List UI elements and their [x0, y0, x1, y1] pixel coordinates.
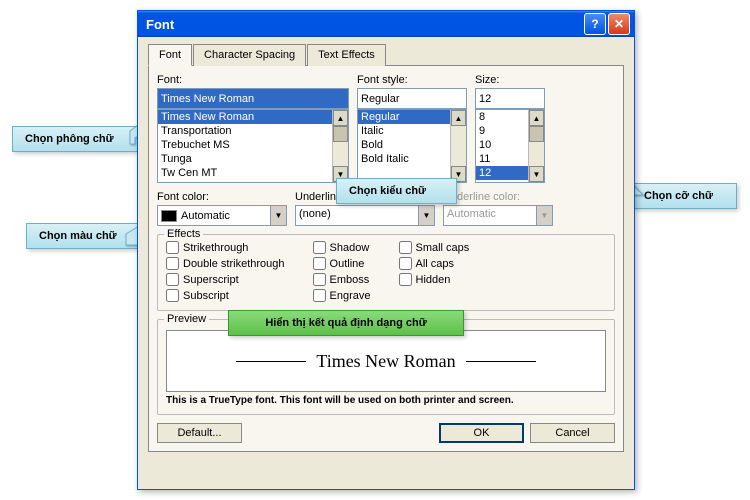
default-button[interactable]: Default...: [157, 423, 242, 443]
preview-title: Preview: [164, 313, 209, 325]
list-item[interactable]: Tunga: [158, 152, 348, 166]
checkbox-input[interactable]: [166, 241, 179, 254]
size-list[interactable]: 8 9 10 11 12 ▲▼: [475, 109, 545, 183]
checkbox-input[interactable]: [399, 273, 412, 286]
tab-text-effects[interactable]: Text Effects: [307, 44, 386, 66]
callout-preview: Hiển thị kết quả định dạng chữ: [228, 310, 464, 336]
checkbox-strikethrough[interactable]: Strikethrough: [166, 241, 285, 254]
cancel-button[interactable]: Cancel: [530, 423, 615, 443]
checkbox-superscript[interactable]: Superscript: [166, 273, 285, 286]
font-label: Font:: [157, 74, 349, 86]
list-item[interactable]: Trebuchet MS: [158, 138, 348, 152]
window-title: Font: [142, 17, 582, 32]
callout-style: Chọn kiểu chữ: [336, 178, 457, 204]
style-label: Font style:: [357, 74, 467, 86]
effects-title: Effects: [164, 228, 203, 240]
chevron-down-icon[interactable]: ▼: [418, 205, 435, 226]
list-item[interactable]: Times New Roman: [158, 110, 348, 124]
close-button[interactable]: ✕: [608, 13, 630, 35]
font-footnote: This is a TrueType font. This font will …: [166, 395, 606, 406]
checkbox-input[interactable]: [313, 273, 326, 286]
checkbox-subscript[interactable]: Subscript: [166, 289, 285, 302]
callout-size: Chọn cỡ chữ: [631, 183, 737, 209]
font-dialog: Font ? ✕ Font Character Spacing Text Eff…: [137, 10, 635, 490]
tab-font[interactable]: Font: [148, 44, 192, 66]
checkbox-all-caps[interactable]: All caps: [399, 257, 470, 270]
checkbox-engrave[interactable]: Engrave: [313, 289, 371, 302]
checkbox-outline[interactable]: Outline: [313, 257, 371, 270]
tab-bar: Font Character Spacing Text Effects: [148, 43, 624, 66]
checkbox-input[interactable]: [399, 257, 412, 270]
checkbox-input[interactable]: [313, 289, 326, 302]
checkbox-double-strikethrough[interactable]: Double strikethrough: [166, 257, 285, 270]
list-item[interactable]: Tw Cen MT: [158, 166, 348, 180]
scrollbar[interactable]: ▲▼: [450, 110, 466, 182]
chevron-down-icon: ▼: [536, 205, 553, 226]
color-combo[interactable]: Automatic ▼: [157, 205, 287, 226]
style-list[interactable]: Regular Italic Bold Bold Italic ▲▼: [357, 109, 467, 183]
titlebar: Font ? ✕: [138, 11, 634, 37]
color-label: Font color:: [157, 191, 287, 203]
font-list[interactable]: Times New Roman Transportation Trebuchet…: [157, 109, 349, 183]
preview-text: Times New Roman: [316, 351, 455, 372]
checkbox-emboss[interactable]: Emboss: [313, 273, 371, 286]
checkbox-input[interactable]: [166, 273, 179, 286]
help-button[interactable]: ?: [584, 13, 606, 35]
list-item[interactable]: Transportation: [158, 124, 348, 138]
preview-box: Times New Roman: [166, 330, 606, 392]
checkbox-input[interactable]: [166, 257, 179, 270]
uline-combo[interactable]: (none) ▼: [295, 205, 435, 226]
font-input[interactable]: [157, 88, 349, 109]
size-label: Size:: [475, 74, 545, 86]
tab-char-spacing[interactable]: Character Spacing: [193, 44, 306, 66]
checkbox-input[interactable]: [313, 241, 326, 254]
callout-font: Chọn phông chữ: [12, 126, 143, 152]
scrollbar[interactable]: ▲▼: [332, 110, 348, 182]
checkbox-input[interactable]: [399, 241, 412, 254]
ucolor-combo: Automatic ▼: [443, 205, 553, 226]
chevron-down-icon[interactable]: ▼: [270, 205, 287, 226]
ok-button[interactable]: OK: [439, 423, 524, 443]
checkbox-input[interactable]: [313, 257, 326, 270]
checkbox-small-caps[interactable]: Small caps: [399, 241, 470, 254]
checkbox-hidden[interactable]: Hidden: [399, 273, 470, 286]
scrollbar[interactable]: ▲▼: [528, 110, 544, 182]
size-input[interactable]: [475, 88, 545, 109]
checkbox-input[interactable]: [166, 289, 179, 302]
effects-group: Effects StrikethroughDouble strikethroug…: [157, 234, 615, 311]
style-input[interactable]: [357, 88, 467, 109]
ucolor-label: Underline color:: [443, 191, 553, 203]
callout-color: Chọn màu chữ: [26, 223, 142, 249]
checkbox-shadow[interactable]: Shadow: [313, 241, 371, 254]
